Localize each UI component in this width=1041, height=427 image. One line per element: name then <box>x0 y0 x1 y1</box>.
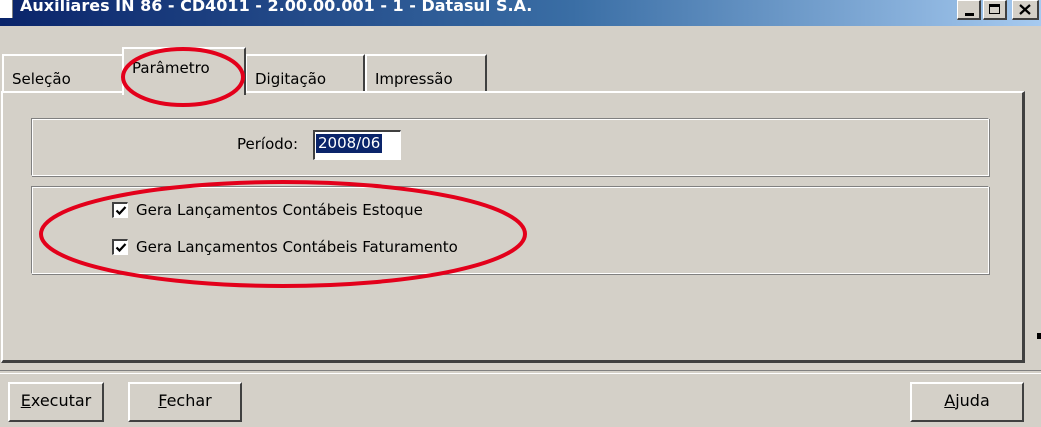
options-group: Gera Lançamentos Contábeis Estoque Gera … <box>31 186 989 274</box>
tab-selecao[interactable]: Seleção <box>2 54 126 92</box>
window-title: Auxiliares IN 86 - CD4011 - 2.00.00.001 … <box>20 0 533 15</box>
tab-label: Seleção <box>12 70 71 88</box>
periodo-input[interactable]: 2008/06 <box>313 130 401 160</box>
faturamento-checkbox[interactable] <box>112 239 128 255</box>
app-window: Auxiliares IN 86 - CD4011 - 2.00.00.001 … <box>0 0 1041 427</box>
periodo-label: Período: <box>237 135 299 153</box>
minimize-button[interactable] <box>957 0 981 20</box>
fechar-button[interactable]: Fechar <box>128 382 242 422</box>
maximize-icon <box>989 4 1000 14</box>
tab-label: Digitação <box>255 70 327 88</box>
tab-label: Parâmetro <box>132 59 210 77</box>
estoque-label: Gera Lançamentos Contábeis Estoque <box>136 201 423 219</box>
tab-label: Impressão <box>375 70 453 88</box>
periodo-value: 2008/06 <box>316 134 383 153</box>
title-bar[interactable]: Auxiliares IN 86 - CD4011 - 2.00.00.001 … <box>0 0 1041 26</box>
executar-button[interactable]: Executar <box>8 382 104 422</box>
estoque-checkbox[interactable] <box>112 202 128 218</box>
close-button[interactable] <box>1012 0 1039 20</box>
periodo-group: Período: 2008/06 <box>31 118 989 176</box>
tab-impressao[interactable]: Impressão <box>365 54 487 92</box>
minimize-icon <box>965 13 974 16</box>
edge-mark <box>1037 333 1041 339</box>
tab-parametro[interactable]: Parâmetro <box>122 47 246 95</box>
tab-digitacao[interactable]: Digitação <box>245 54 365 92</box>
tab-panel-parametro: Período: 2008/06 Gera Lançamentos Contáb… <box>1 91 1025 363</box>
ajuda-button[interactable]: Ajuda <box>910 382 1024 422</box>
close-icon <box>1019 4 1031 15</box>
bottom-separator <box>0 370 1041 374</box>
checkmark-icon <box>115 243 127 253</box>
maximize-button[interactable] <box>983 0 1007 20</box>
faturamento-label: Gera Lançamentos Contábeis Faturamento <box>136 238 458 256</box>
app-icon <box>0 0 13 18</box>
checkmark-icon <box>115 206 127 216</box>
